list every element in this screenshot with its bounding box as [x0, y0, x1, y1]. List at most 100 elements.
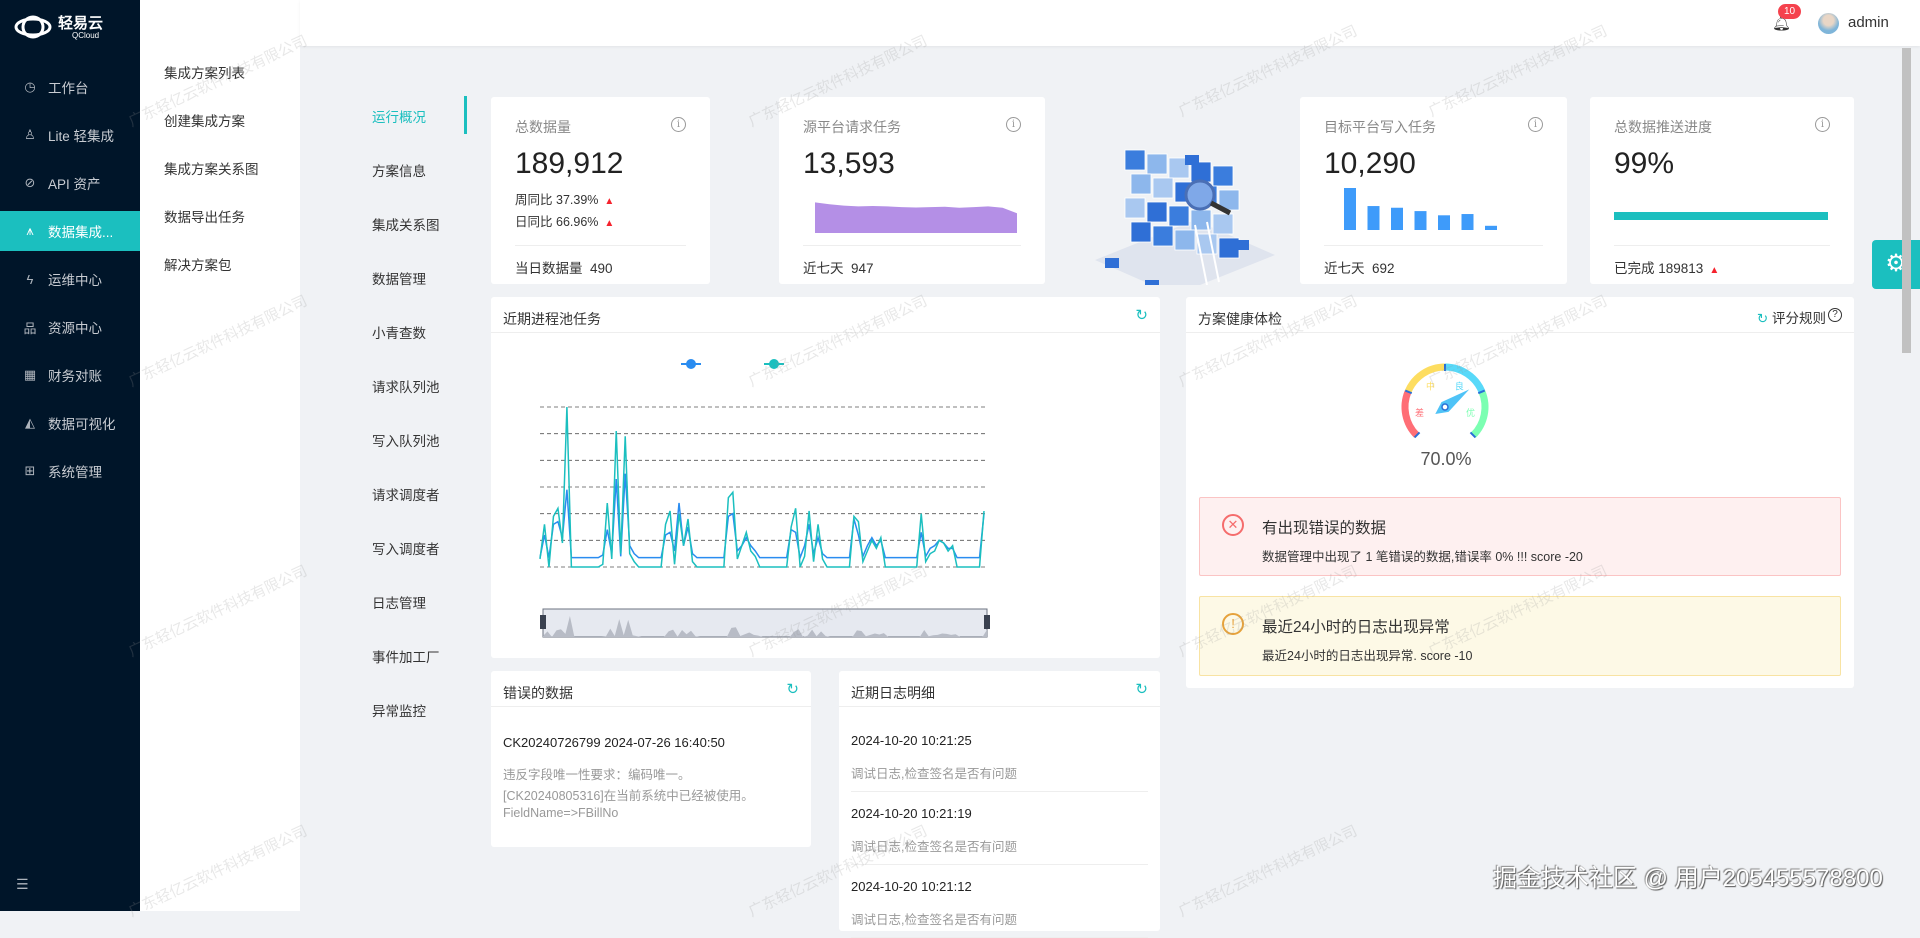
gauge-label: 中 — [1426, 380, 1435, 391]
submenu-item[interactable]: 解决方案包 — [164, 254, 232, 274]
cube-shape — [1213, 166, 1233, 186]
clock-icon: ◷ — [22, 79, 38, 95]
notification-badge: 10 — [1778, 4, 1801, 19]
apps-icon: ⊞ — [22, 463, 38, 479]
health-check-panel: 方案健康体检 ↻ 评分规则 ? 差中良优 70.0% ✕ 有出现错误的数据 数据… — [1186, 297, 1854, 688]
refresh-icon[interactable]: ↻ — [1135, 680, 1148, 698]
sidebar-item[interactable]: ▦财务对账 — [0, 355, 140, 395]
info-icon[interactable]: i — [671, 117, 686, 132]
cube-shape — [1125, 198, 1145, 218]
log-desc: 调试日志,检查签名是否有问题 — [851, 836, 1017, 855]
panel-title: 方案健康体检 — [1198, 311, 1282, 327]
tab-item[interactable]: 请求队列池 — [372, 376, 440, 396]
day-value: 66.96% — [556, 215, 598, 229]
refresh-icon[interactable]: ↻ — [1757, 311, 1768, 326]
help-icon[interactable]: ? — [1828, 308, 1842, 322]
brand-sub: QCloud — [72, 31, 99, 40]
collapse-menu-icon[interactable]: ☰ — [16, 876, 29, 893]
tab-item[interactable]: 异常监控 — [372, 700, 426, 720]
sparkline-area — [815, 197, 1017, 233]
tab-item[interactable]: 请求调度者 — [372, 484, 440, 504]
zoom-handle[interactable] — [540, 615, 546, 629]
footer-label: 已完成 — [1614, 261, 1655, 276]
cube-shape — [1147, 202, 1167, 222]
cube-shape — [1105, 258, 1119, 268]
info-icon[interactable]: i — [1006, 117, 1021, 132]
sidebar-item[interactable]: ♙Lite 轻集成 — [0, 115, 140, 155]
legend-marker[interactable] — [769, 359, 779, 369]
sidebar-item[interactable]: ⊞系统管理 — [0, 451, 140, 491]
refresh-icon[interactable]: ↻ — [1135, 306, 1148, 324]
score-rules-label: 评分规则 — [1772, 311, 1826, 326]
up-arrow-icon: ▲ — [604, 196, 614, 207]
username[interactable]: admin — [1848, 14, 1889, 31]
submenu-item[interactable]: 集成方案列表 — [164, 62, 245, 82]
error-line: FieldName=>FBillNo — [503, 806, 618, 820]
sidebar-item-label: Lite 轻集成 — [48, 125, 114, 145]
error-line: 违反字段唯一性要求：编码唯一。 — [503, 764, 691, 783]
log-desc: 调试日志,检查签名是否有问题 — [851, 909, 1017, 928]
cube-shape — [1213, 214, 1233, 234]
tab-item[interactable]: 集成关系图 — [372, 214, 440, 234]
divider — [1614, 245, 1830, 246]
sidebar-item[interactable]: ◭数据可视化 — [0, 403, 140, 443]
tab-item[interactable]: 日志管理 — [372, 592, 426, 612]
tab-item[interactable]: 方案信息 — [372, 160, 426, 180]
card-title: 总数据量 — [515, 117, 571, 137]
submenu-item[interactable]: 数据导出任务 — [164, 206, 245, 226]
gauge-pivot — [1442, 404, 1448, 410]
log-desc: 调试日志,检查签名是否有问题 — [851, 763, 1017, 782]
log-time: 2024-10-20 10:21:25 — [851, 733, 972, 748]
submenu-item[interactable]: 创建集成方案 — [164, 110, 245, 130]
refresh-icon[interactable]: ↻ — [786, 680, 799, 698]
log-time: 2024-10-20 10:21:12 — [851, 879, 972, 894]
tab-item[interactable]: 数据管理 — [372, 268, 426, 288]
active-tab-indicator — [464, 96, 467, 134]
card-title: 源平台请求任务 — [803, 117, 901, 137]
sidebar-item[interactable]: ⩚数据集成... — [0, 211, 140, 251]
cube-shape — [1185, 155, 1199, 165]
tab-item[interactable]: 写入调度者 — [372, 538, 440, 558]
alert-desc: 最近24小时的日志出现异常. score -10 — [1262, 645, 1472, 664]
footer-value: 490 — [590, 261, 613, 276]
sidebar-item-label: 财务对账 — [48, 365, 102, 385]
sidebar-item[interactable]: ◷ 工作台 — [0, 67, 140, 107]
submenu-item[interactable]: 集成方案关系图 — [164, 158, 259, 178]
up-arrow-icon: ▲ — [1709, 265, 1719, 276]
footer-label: 近七天 — [803, 261, 844, 276]
info-icon[interactable]: i — [1528, 117, 1543, 132]
legend-marker[interactable] — [686, 359, 696, 369]
pool-task-panel: 近期进程池任务↻ — [491, 297, 1160, 658]
tab-item[interactable]: 运行概况 — [372, 106, 426, 126]
info-icon[interactable]: i — [1815, 117, 1830, 132]
sparkline-area-path — [815, 202, 1017, 233]
cube-shape — [1131, 222, 1151, 242]
warning-circle-icon: ! — [1222, 613, 1244, 635]
sidebar-item[interactable]: 品资源中心 — [0, 307, 140, 347]
error-head: CK20240726799 2024-07-26 16:40:50 — [503, 735, 725, 750]
settings-gear-button[interactable]: ⚙ — [1872, 240, 1920, 289]
progress-value: 99% — [1614, 147, 1674, 181]
logo[interactable]: 轻易云 QCloud — [14, 12, 126, 42]
cube-shape — [1125, 150, 1145, 170]
sidebar-item-label: 工作台 — [48, 77, 89, 97]
cube-shape — [1145, 280, 1159, 285]
card-title: 目标平台写入任务 — [1324, 117, 1436, 137]
avatar[interactable] — [1818, 13, 1839, 34]
score-rules-link[interactable]: ↻ 评分规则 — [1757, 307, 1826, 327]
log-time: 2024-10-20 10:21:19 — [851, 806, 972, 821]
tab-item[interactable]: 事件加工厂 — [372, 646, 440, 666]
mini-bar — [1415, 211, 1427, 230]
tab-item[interactable]: 写入队列池 — [372, 430, 440, 450]
panel-title: 近期日志明细 — [851, 685, 935, 701]
scrollbar-thumb[interactable] — [1902, 48, 1911, 353]
sidebar-item[interactable]: ⊘API 资产 — [0, 163, 140, 203]
zoom-handle[interactable] — [984, 615, 990, 629]
data-cubes-illustration — [1085, 110, 1285, 285]
mini-bar — [1462, 214, 1474, 230]
tab-item[interactable]: 小青查数 — [372, 322, 426, 342]
sidebar-item[interactable]: ϟ运维中心 — [0, 259, 140, 299]
area-chart-icon: ◭ — [22, 415, 38, 431]
cube-shape — [1131, 174, 1151, 194]
sidebar-item-label: 资源中心 — [48, 317, 102, 337]
